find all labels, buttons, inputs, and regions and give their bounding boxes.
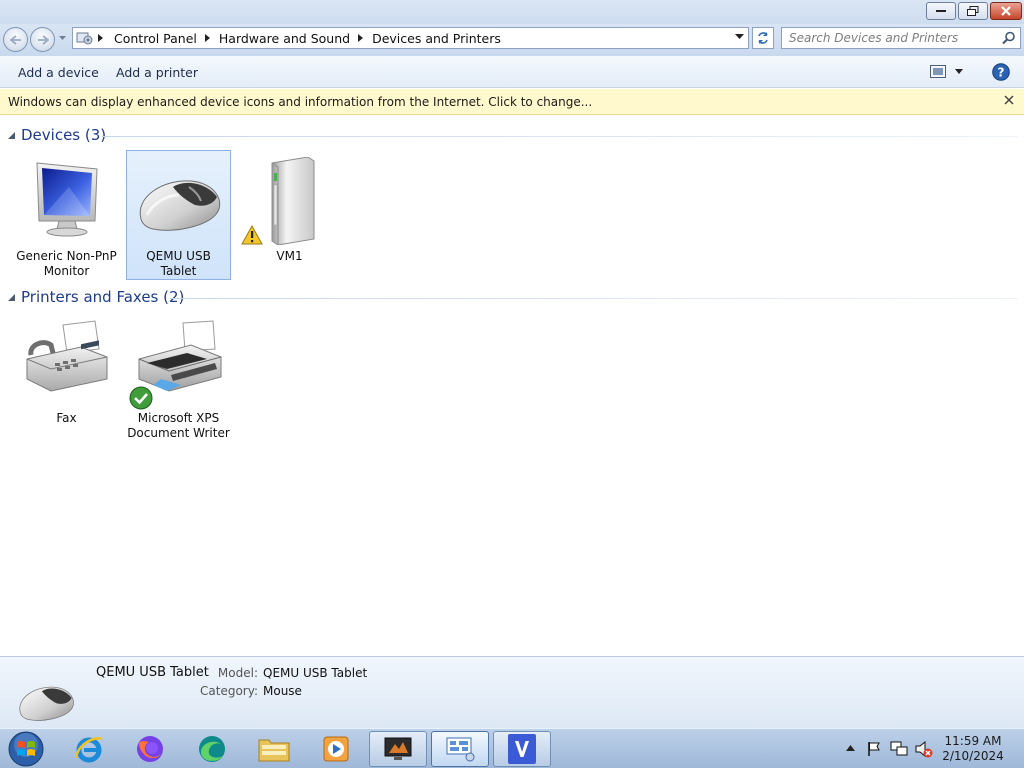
details-model-value: QEMU USB Tablet — [263, 666, 368, 680]
taskbar-screen-app[interactable] — [369, 731, 427, 767]
caption-buttons — [924, 2, 1022, 20]
address-bar[interactable]: Control Panel Hardware and Sound Devices… — [72, 27, 749, 49]
arrow-left-icon — [9, 34, 21, 45]
view-options-chevron-icon[interactable] — [955, 69, 963, 74]
collapse-triangle-icon[interactable] — [8, 132, 15, 139]
taskbar-clock[interactable]: 11:59 AM 2/10/2024 — [930, 734, 1016, 764]
change-view-icon[interactable] — [930, 65, 946, 79]
add-printer-button[interactable]: Add a printer — [116, 65, 198, 80]
default-check-icon — [129, 386, 153, 410]
info-bar[interactable]: Windows can display enhanced device icon… — [0, 89, 1024, 115]
group-header-devices[interactable]: Devices (3) — [0, 125, 1024, 147]
taskbar-devices-and-printers[interactable] — [431, 731, 489, 767]
internet-explorer-icon — [74, 737, 103, 763]
monitor-icon — [35, 162, 98, 237]
details-category-value: Mouse — [263, 684, 302, 698]
svg-text:?: ? — [998, 65, 1005, 79]
breadcrumb-devices-and-printers[interactable]: Devices and Printers — [372, 31, 501, 46]
device-tile-generic-monitor[interactable]: Generic Non-PnP Monitor — [14, 151, 119, 281]
info-bar-message[interactable]: Windows can display enhanced device icon… — [8, 95, 592, 109]
edge-icon — [199, 736, 225, 762]
recent-pages-chevron-icon[interactable] — [59, 36, 66, 41]
details-category-label: Category: — [200, 684, 258, 698]
breadcrumb-hardware-and-sound[interactable]: Hardware and Sound — [219, 31, 350, 46]
restore-icon — [967, 6, 979, 16]
show-hidden-icons-chevron-icon[interactable] — [846, 745, 855, 751]
clock-time: 11:59 AM — [944, 734, 1002, 748]
close-icon[interactable] — [1004, 95, 1014, 105]
title-bar — [0, 0, 1024, 24]
search-box — [781, 27, 1021, 49]
arrow-right-icon — [37, 34, 49, 45]
group-title-printers: Printers and Faxes (2) — [21, 288, 185, 306]
details-device-name: QEMU USB Tablet — [96, 665, 209, 680]
devices-printers-icon — [446, 737, 475, 762]
control-panel-icon — [76, 32, 93, 45]
add-device-button[interactable]: Add a device — [18, 65, 99, 80]
taskbar-firefox[interactable] — [121, 731, 179, 767]
taskbar-v-app[interactable] — [493, 731, 551, 767]
minimize-button[interactable] — [926, 2, 956, 20]
device-list: Devices (3) Generic Non-PnP Monitor QEMU… — [0, 116, 1024, 656]
breadcrumb: Control Panel Hardware and Sound Devices… — [104, 31, 501, 46]
mouse-icon — [139, 180, 220, 231]
taskbar: 11:59 AM 2/10/2024 — [0, 728, 1024, 768]
device-label: QEMU USB Tablet — [146, 249, 211, 278]
group-title-devices: Devices (3) — [21, 126, 107, 144]
command-bar: Add a device Add a printer ? — [0, 56, 1024, 88]
address-dropdown-icon[interactable] — [735, 34, 744, 40]
printer-label: Microsoft XPS Document Writer — [127, 411, 230, 440]
device-label: VM1 — [276, 249, 303, 263]
refresh-icon — [758, 32, 768, 44]
collapse-triangle-icon[interactable] — [8, 294, 15, 301]
device-tile-vm1[interactable]: VM1 — [237, 151, 342, 281]
device-label: Generic Non-PnP Monitor — [16, 249, 117, 278]
group-divider — [170, 298, 1018, 299]
mouse-icon — [19, 686, 74, 721]
file-explorer-icon — [258, 739, 290, 762]
details-pane: QEMU USB Tablet Model: QEMU USB Tablet C… — [0, 656, 1024, 728]
navigation-bar: Control Panel Hardware and Sound Devices… — [0, 24, 1024, 56]
help-icon[interactable]: ? — [992, 63, 1010, 81]
details-model-label: Model: — [217, 666, 258, 680]
taskbar-edge[interactable] — [183, 731, 241, 767]
warning-icon — [241, 225, 263, 245]
printer-tile-fax[interactable]: Fax — [14, 313, 119, 443]
printer-label: Fax — [56, 411, 77, 425]
media-player-icon — [323, 736, 349, 762]
network-icon[interactable] — [890, 741, 908, 757]
breadcrumb-separator-icon[interactable] — [204, 34, 211, 42]
printer-tile-microsoft-xps[interactable]: Microsoft XPS Document Writer — [126, 313, 231, 443]
forward-button[interactable] — [30, 27, 55, 52]
group-divider — [102, 136, 1018, 137]
v-app-icon — [508, 734, 536, 764]
firefox-icon — [137, 736, 163, 762]
breadcrumb-separator-icon[interactable] — [358, 34, 364, 42]
action-center-flag-icon[interactable] — [866, 741, 882, 757]
group-header-printers[interactable]: Printers and Faxes (2) — [0, 287, 1024, 309]
close-icon — [1001, 6, 1011, 16]
device-tile-qemu-usb-tablet[interactable]: QEMU USB Tablet — [126, 150, 231, 280]
taskbar-file-explorer[interactable] — [245, 731, 303, 767]
windows-logo-icon — [8, 731, 44, 767]
back-button[interactable] — [3, 27, 28, 52]
breadcrumb-control-panel[interactable]: Control Panel — [114, 31, 197, 46]
screen-icon — [384, 737, 412, 760]
close-button[interactable] — [990, 2, 1022, 20]
restore-button[interactable] — [958, 2, 988, 20]
search-icon[interactable] — [1002, 31, 1016, 45]
refresh-button[interactable] — [752, 27, 774, 49]
search-input[interactable] — [782, 28, 992, 48]
clock-date: 2/10/2024 — [942, 749, 1004, 763]
minimize-icon — [936, 10, 946, 12]
taskbar-media-player[interactable] — [307, 731, 365, 767]
fax-icon — [26, 320, 107, 392]
start-button[interactable] — [6, 730, 46, 768]
taskbar-internet-explorer[interactable] — [60, 731, 118, 767]
